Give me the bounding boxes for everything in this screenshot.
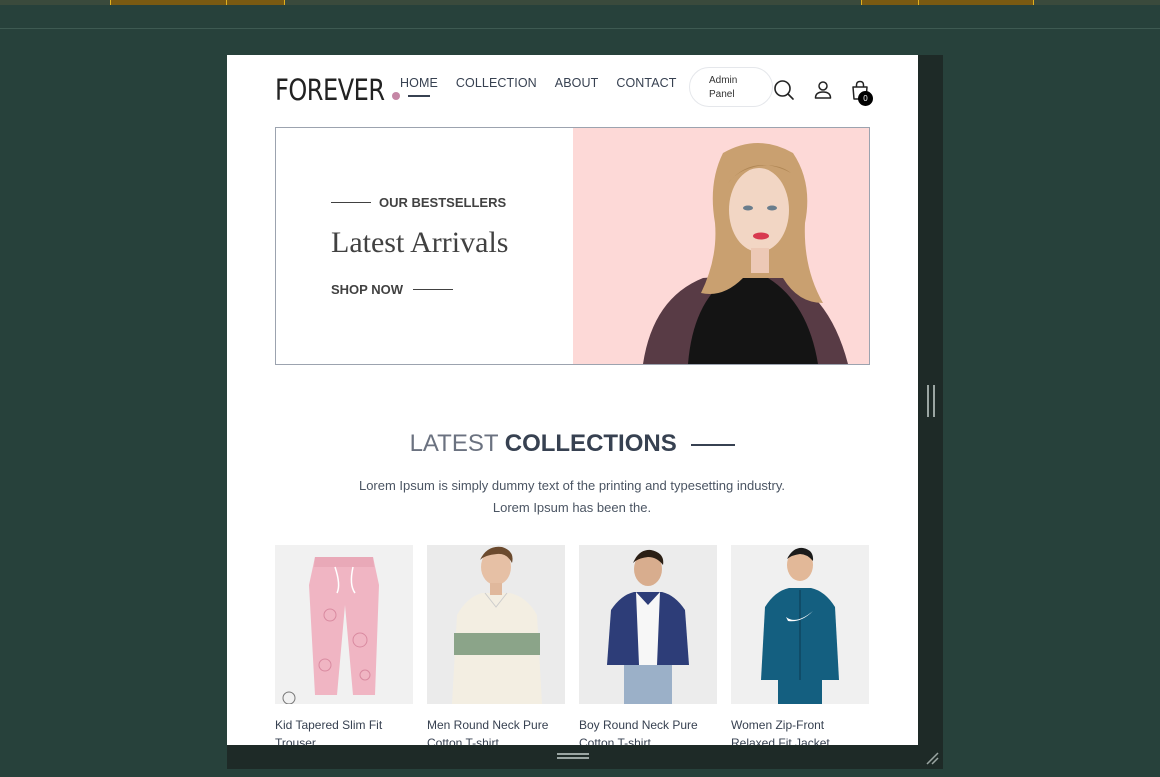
admin-panel-button[interactable]: Admin Panel: [689, 67, 773, 107]
ruler-tick: [1033, 0, 1034, 5]
product-image[interactable]: [427, 545, 565, 704]
product-card[interactable]: Kid Tapered Slim Fit Trouser: [275, 545, 413, 745]
toolbar-divider: [0, 28, 1160, 29]
pink-trousers-image: [275, 545, 413, 704]
product-name[interactable]: Men Round Neck Pure Cotton T-shirt: [427, 716, 565, 745]
striped-polo-image: [427, 545, 565, 704]
profile-icon[interactable]: [812, 79, 834, 101]
section-title-rule: [691, 443, 736, 446]
product-name[interactable]: Women Zip-Front Relaxed Fit Jacket: [731, 716, 869, 745]
responsive-device-frame: FOREVER HOME COLLECTION ABOUT CONTACT Ad…: [227, 55, 943, 769]
ruler-segment: [110, 0, 285, 5]
teal-jacket-image: [731, 545, 869, 704]
ruler-tick: [918, 0, 919, 5]
ruler-tick: [861, 0, 862, 5]
section-title-light: LATEST: [409, 430, 499, 457]
product-card[interactable]: Women Zip-Front Relaxed Fit Jacket: [731, 545, 869, 745]
product-card[interactable]: Men Round Neck Pure Cotton T-shirt: [427, 545, 565, 745]
product-image[interactable]: [579, 545, 717, 704]
section-description: Lorem Ipsum is simply dummy text of the …: [358, 478, 786, 515]
ruler-tick: [110, 0, 111, 5]
hero-text-panel: OUR BESTSELLERS Latest Arrivals SHOP NOW: [276, 128, 573, 364]
ruler-tick: [284, 0, 285, 5]
devtools-ruler: [0, 0, 1160, 5]
navy-shirt-image: [579, 545, 717, 704]
ruler-tick: [226, 0, 227, 5]
search-icon[interactable]: [773, 79, 795, 101]
ruler-segment: [861, 0, 1033, 5]
shop-now-text: SHOP NOW: [331, 282, 403, 297]
hero-eyebrow: OUR BESTSELLERS: [331, 195, 506, 210]
admin-label-line1: Admin: [709, 75, 738, 86]
resize-handle-right[interactable]: [927, 385, 935, 417]
nav-collection[interactable]: COLLECTION: [456, 76, 537, 90]
hero-banner: OUR BESTSELLERS Latest Arrivals SHOP NOW: [275, 127, 870, 365]
hero-image: [573, 128, 869, 364]
admin-label-line2: Panel: [709, 89, 735, 100]
hero-title: Latest Arrivals: [331, 226, 509, 259]
product-image[interactable]: [731, 545, 869, 704]
logo-dot: [392, 92, 400, 100]
section-title: LATEST COLLECTIONS: [227, 430, 918, 458]
product-name[interactable]: Kid Tapered Slim Fit Trouser: [275, 716, 413, 745]
eyebrow-rule: [331, 201, 371, 204]
product-grid: Kid Tapered Slim Fit Trouser Men Round N…: [275, 545, 869, 745]
model-portrait-illustration: [643, 143, 848, 364]
hero-eyebrow-text: OUR BESTSELLERS: [379, 195, 507, 210]
product-card[interactable]: Boy Round Neck Pure Cotton T-shirt: [579, 545, 717, 745]
shop-now-link[interactable]: SHOP NOW: [331, 282, 453, 297]
site-logo[interactable]: FOREVER: [275, 73, 385, 107]
cart-count-badge: 0: [858, 91, 873, 106]
nav-contact[interactable]: CONTACT: [616, 76, 676, 90]
resize-corner-grip-icon[interactable]: [925, 751, 939, 765]
product-image[interactable]: [275, 545, 413, 704]
shop-now-rule: [413, 288, 453, 291]
section-title-bold: COLLECTIONS: [504, 430, 677, 457]
nav-home[interactable]: HOME: [400, 76, 438, 97]
nav-about[interactable]: ABOUT: [555, 76, 599, 90]
resize-handle-bottom[interactable]: [557, 753, 589, 759]
product-name[interactable]: Boy Round Neck Pure Cotton T-shirt: [579, 716, 717, 745]
page-viewport[interactable]: FOREVER HOME COLLECTION ABOUT CONTACT Ad…: [227, 55, 918, 745]
main-nav: HOME COLLECTION ABOUT CONTACT: [400, 76, 677, 97]
